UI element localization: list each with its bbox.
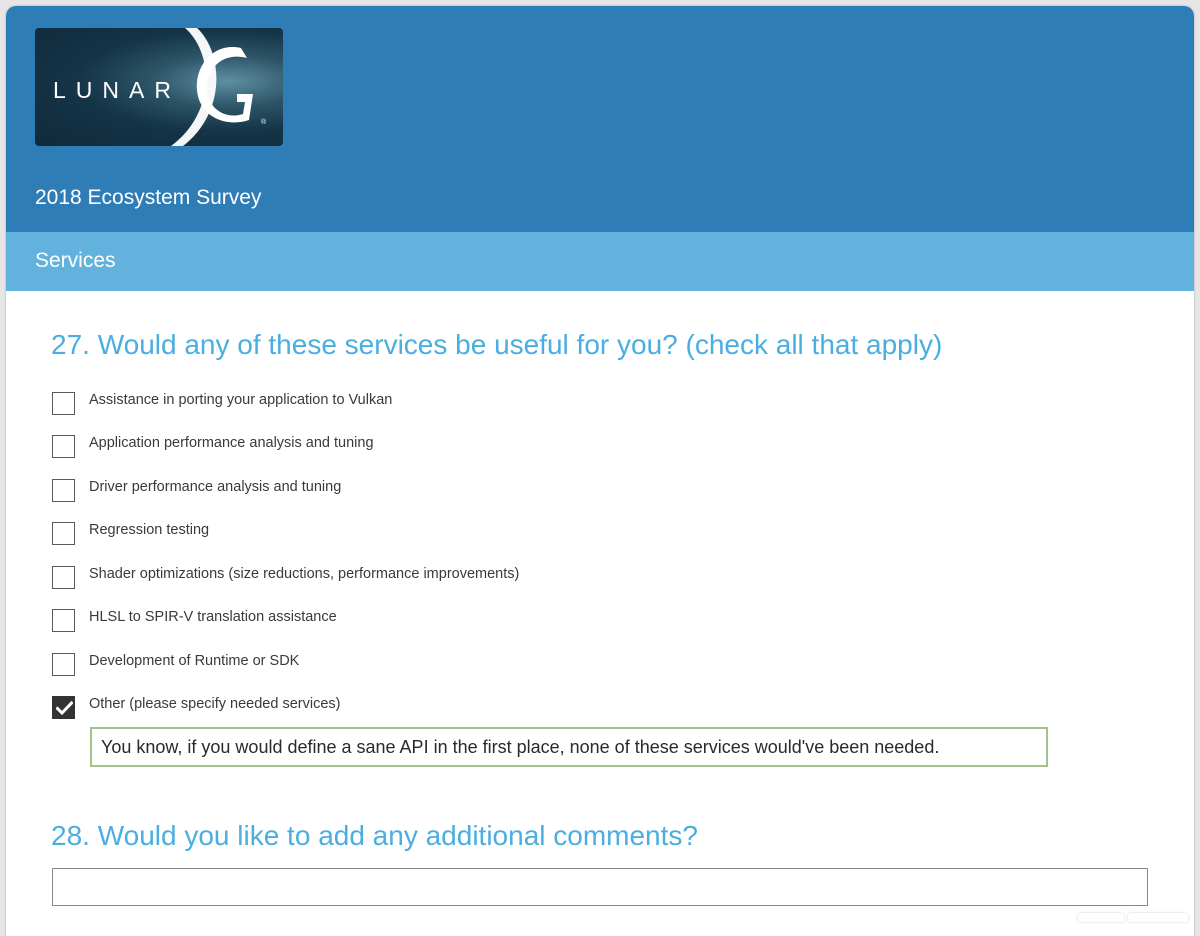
checkbox[interactable] [52,609,75,632]
page-title-bar: Services [6,232,1194,291]
option-other[interactable]: Other (please specify needed services) [52,696,1052,722]
checkbox[interactable] [52,566,75,589]
checkbox-checked[interactable] [52,696,75,719]
option-label: Assistance in porting your application t… [89,392,393,408]
lunarg-logo: LUNAR ® [35,28,283,146]
page-title: Services [35,249,116,272]
partial-element [1128,913,1188,922]
checkbox[interactable] [52,479,75,502]
option-driver-performance[interactable]: Driver performance analysis and tuning [52,479,1052,505]
option-label: HLSL to SPIR-V translation assistance [89,609,337,625]
checkbox[interactable] [52,522,75,545]
logo-text: LUNAR [53,77,181,103]
option-label: Shader optimizations (size reductions, p… [89,566,520,582]
option-regression-testing[interactable]: Regression testing [52,522,1052,548]
option-label: Development of Runtime or SDK [89,653,300,669]
checkbox[interactable] [52,653,75,676]
registered-mark: ® [261,118,267,126]
survey-page: LUNAR ® 2018 Ecosystem Survey Services [6,6,1194,936]
option-label: Other (please specify needed services) [89,696,341,712]
option-shader-optimizations[interactable]: Shader optimizations (size reductions, p… [52,566,1052,592]
option-label: Regression testing [89,522,210,538]
partial-element [1078,913,1124,922]
option-label: Application performance analysis and tun… [89,435,374,451]
lunarg-logo-graphic: LUNAR ® [53,28,267,146]
option-app-performance[interactable]: Application performance analysis and tun… [52,435,1052,461]
additional-comments-input[interactable] [52,868,1148,906]
survey-title: 2018 Ecosystem Survey [35,186,262,209]
question-27-title: 27. Would any of these services be usefu… [51,329,943,360]
checkmark-icon [56,701,73,715]
option-porting-assistance[interactable]: Assistance in porting your application t… [52,392,1052,418]
other-services-input[interactable]: You know, if you would define a sane API… [90,727,1048,767]
checkbox[interactable] [52,392,75,415]
option-hlsl-spirv[interactable]: HLSL to SPIR-V translation assistance [52,609,1052,635]
option-label: Driver performance analysis and tuning [89,479,342,495]
survey-header: LUNAR ® 2018 Ecosystem Survey [6,6,1194,232]
checkbox[interactable] [52,435,75,458]
option-runtime-sdk[interactable]: Development of Runtime or SDK [52,653,1052,679]
question-28-title: 28. Would you like to add any additional… [51,820,698,851]
